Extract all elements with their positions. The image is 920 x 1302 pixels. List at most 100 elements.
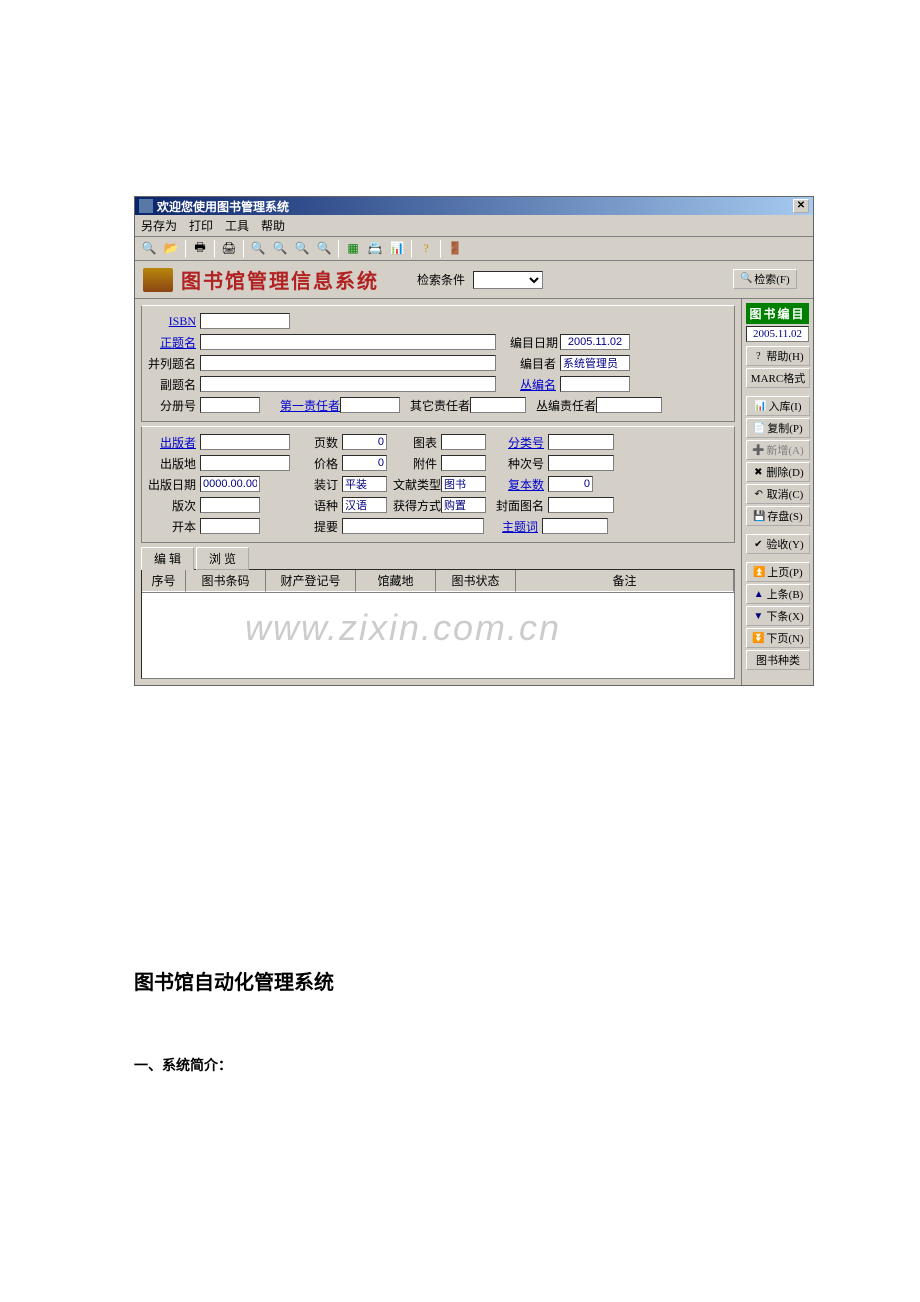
- zoom-100-icon[interactable]: 🔍: [314, 239, 334, 259]
- lbl-format: 开本: [146, 518, 198, 535]
- species-no-field[interactable]: [548, 455, 614, 471]
- search-select[interactable]: [473, 271, 543, 289]
- charts-field[interactable]: [441, 434, 486, 450]
- marc-button[interactable]: MARC格式: [746, 368, 810, 388]
- open-icon[interactable]: 📂: [161, 239, 181, 259]
- undo-icon: ↶: [753, 488, 765, 500]
- print-icon[interactable]: 🖨: [219, 239, 239, 259]
- next-button[interactable]: ▼下条(X): [746, 606, 810, 626]
- catalog-date-field[interactable]: [560, 334, 630, 350]
- lbl-first-author: 第一责任者: [280, 397, 338, 414]
- acq-method-field[interactable]: [441, 497, 486, 513]
- lbl-other-author: 其它责任者: [410, 397, 468, 414]
- edition-field[interactable]: [200, 497, 260, 513]
- pgup-button[interactable]: ⏫上页(P): [746, 562, 810, 582]
- form-group-2: 出版者 页数 图表 分类号 出版地: [141, 426, 735, 543]
- copies-field[interactable]: [548, 476, 593, 492]
- zoom-fit-icon[interactable]: 🔍: [292, 239, 312, 259]
- menu-save-as[interactable]: 另存为: [141, 217, 177, 234]
- exit-icon[interactable]: 🚪: [445, 239, 465, 259]
- save-button[interactable]: 💾存盘(S): [746, 506, 810, 526]
- first-author-field[interactable]: [340, 397, 400, 413]
- help-icon[interactable]: ?: [416, 239, 436, 259]
- grid-icon[interactable]: ▦: [343, 239, 363, 259]
- disk-icon: 💾: [753, 510, 765, 522]
- language-field[interactable]: [342, 497, 387, 513]
- copy-button[interactable]: 📄复制(P): [746, 418, 810, 438]
- pages-field[interactable]: [342, 434, 387, 450]
- doc-heading-1: 图书馆自动化管理系统: [134, 966, 920, 995]
- subject-field[interactable]: [542, 518, 608, 534]
- help-icon: ?: [752, 350, 764, 362]
- parallel-field[interactable]: [200, 355, 496, 371]
- publisher-field[interactable]: [200, 434, 290, 450]
- attachment-field[interactable]: [441, 455, 486, 471]
- stats-icon[interactable]: 📊: [387, 239, 407, 259]
- app-icon: [139, 199, 153, 213]
- lbl-language: 语种: [304, 497, 340, 514]
- lbl-cover-name: 封面图名: [494, 497, 546, 514]
- menu-tools[interactable]: 工具: [225, 217, 249, 234]
- cataloger-field[interactable]: [560, 355, 630, 371]
- ruku-button[interactable]: 📊入库(I): [746, 396, 810, 416]
- series-author-field[interactable]: [596, 397, 662, 413]
- tab-browse[interactable]: 浏 览: [196, 547, 249, 570]
- last-icon: ⏬: [752, 632, 764, 644]
- price-field[interactable]: [342, 455, 387, 471]
- form-area: ISBN 正题名 编目日期 并列题名 编目者: [135, 299, 741, 685]
- accept-button[interactable]: ✔验收(Y): [746, 534, 810, 554]
- zoom-out-icon[interactable]: 🔍: [270, 239, 290, 259]
- help-button[interactable]: ?帮助(H): [746, 346, 810, 366]
- binding-field[interactable]: [342, 476, 387, 492]
- tabs: 编 辑 浏 览: [141, 547, 735, 570]
- kinds-button[interactable]: 图书种类: [746, 650, 810, 670]
- col-seq: 序号: [142, 570, 186, 592]
- lbl-pub-date: 出版日期: [146, 476, 198, 493]
- class-no-field[interactable]: [548, 434, 614, 450]
- lbl-attachment: 附件: [403, 455, 439, 472]
- lbl-pub-place: 出版地: [146, 455, 198, 472]
- pub-date-field[interactable]: [200, 476, 260, 492]
- volume-field[interactable]: [200, 397, 260, 413]
- lbl-class-no: 分类号: [502, 434, 546, 451]
- other-author-field[interactable]: [470, 397, 526, 413]
- cancel-button[interactable]: ↶取消(C): [746, 484, 810, 504]
- calc-icon[interactable]: 📇: [365, 239, 385, 259]
- lbl-series: 丛编名: [510, 376, 558, 393]
- lbl-price: 价格: [304, 455, 340, 472]
- find-icon[interactable]: 🔍: [139, 239, 159, 259]
- data-grid[interactable]: 序号 图书条码 财产登记号 馆藏地 图书状态 备注: [141, 569, 735, 679]
- print-preview-icon[interactable]: 🖶: [190, 239, 210, 259]
- chart-icon: 📊: [755, 400, 767, 412]
- toolbar: 🔍 📂 🖶 🖨 🔍 🔍 🔍 🔍 ▦ 📇 📊 ? 🚪: [135, 237, 813, 261]
- doc-type-field[interactable]: [441, 476, 486, 492]
- lbl-summary: 提要: [304, 518, 340, 535]
- col-asset-no: 财产登记号: [266, 570, 356, 592]
- app-window: 欢迎您使用图书管理系统 ✕ 另存为 打印 工具 帮助 🔍 📂 🖶 🖨 🔍 🔍 🔍…: [134, 196, 814, 686]
- add-button[interactable]: ➕新增(A): [746, 440, 810, 460]
- lbl-subtitle: 副题名: [146, 376, 198, 393]
- date-badge: 2005.11.02: [746, 326, 809, 342]
- menu-print[interactable]: 打印: [189, 217, 213, 234]
- lbl-edition: 版次: [146, 497, 198, 514]
- search-button[interactable]: 🔍检索(F): [733, 269, 797, 289]
- isbn-field[interactable]: [200, 313, 290, 329]
- cover-name-field[interactable]: [548, 497, 614, 513]
- summary-field[interactable]: [342, 518, 484, 534]
- lbl-series-author: 丛编责任者: [536, 397, 594, 414]
- tab-edit[interactable]: 编 辑: [141, 547, 194, 570]
- title-field[interactable]: [200, 334, 496, 350]
- zoom-in-icon[interactable]: 🔍: [248, 239, 268, 259]
- lbl-publisher: 出版者: [146, 434, 198, 451]
- pgdn-button[interactable]: ⏬下页(N): [746, 628, 810, 648]
- format-field[interactable]: [200, 518, 260, 534]
- pub-place-field[interactable]: [200, 455, 290, 471]
- first-icon: ⏫: [753, 566, 765, 578]
- delete-button[interactable]: ✖删除(D): [746, 462, 810, 482]
- close-button[interactable]: ✕: [793, 199, 809, 213]
- menu-help[interactable]: 帮助: [261, 217, 285, 234]
- series-field[interactable]: [560, 376, 630, 392]
- subtitle-field[interactable]: [200, 376, 496, 392]
- prev-button[interactable]: ▲上条(B): [746, 584, 810, 604]
- grid-header: 序号 图书条码 财产登记号 馆藏地 图书状态 备注: [142, 570, 734, 593]
